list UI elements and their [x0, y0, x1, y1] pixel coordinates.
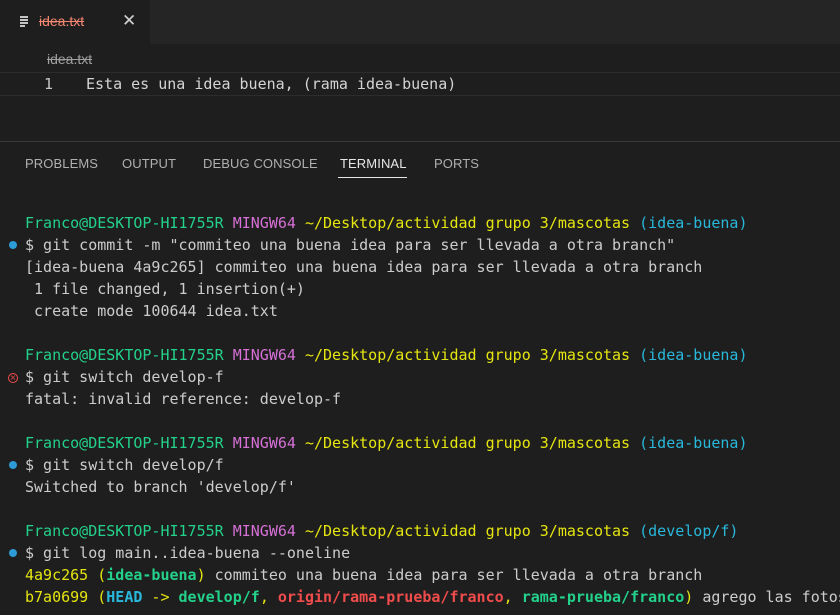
branch-ref: idea-buena: [106, 566, 197, 584]
command-line: $ git log main..idea-buena --oneline: [25, 544, 351, 562]
ref-separator: ,: [259, 588, 278, 606]
commit-message: commiteo una buena idea para ser llevada…: [205, 566, 703, 584]
prompt-user: Franco@DESKTOP-HI1755R: [25, 214, 224, 232]
prompt-env: MINGW64: [232, 522, 296, 540]
prompt-branch: (idea-buena): [639, 434, 748, 452]
commit-hash: 4a9c265: [25, 566, 89, 584]
line-text[interactable]: Esta es una idea buena, (rama idea-buena…: [86, 73, 456, 95]
prompt-line: Franco@DESKTOP-HI1755R MINGW64 ~/Desktop…: [25, 212, 747, 234]
log-entry: 4a9c265 (idea-buena) commiteo una buena …: [25, 564, 702, 586]
ref-paren: (: [88, 588, 107, 606]
prompt-line: Franco@DESKTOP-HI1755R MINGW64 ~/Desktop…: [25, 520, 738, 542]
tab-ports[interactable]: PORTS: [434, 156, 479, 171]
tab-terminal[interactable]: TERMINAL: [340, 156, 407, 171]
breadcrumb[interactable]: idea.txt: [47, 51, 92, 67]
prompt-branch: (idea-buena): [639, 346, 748, 364]
command-success-icon[interactable]: [9, 461, 17, 469]
prompt-user: Franco@DESKTOP-HI1755R: [25, 522, 224, 540]
editor-tab-bar: idea.txt ✕: [0, 0, 840, 44]
prompt-path: ~/Desktop/actividad grupo 3/mascotas: [304, 522, 631, 540]
output-line: fatal: invalid reference: develop-f: [25, 390, 342, 408]
prompt-user: Franco@DESKTOP-HI1755R: [25, 434, 224, 452]
line-number: 1: [44, 75, 54, 93]
head-arrow: ->: [142, 588, 179, 606]
prompt-path: ~/Desktop/actividad grupo 3/mascotas: [304, 434, 631, 452]
prompt-user: Franco@DESKTOP-HI1755R: [25, 346, 224, 364]
active-tab-indicator: [338, 177, 407, 178]
log-entry: b7a0699 (HEAD -> develop/f, origin/rama-…: [25, 586, 840, 608]
prompt-branch: (idea-buena): [639, 214, 748, 232]
tab-debug-console[interactable]: DEBUG CONSOLE: [203, 156, 318, 171]
panel-tab-bar: PROBLEMS OUTPUT DEBUG CONSOLE TERMINAL P…: [0, 142, 840, 182]
output-line: Switched to branch 'develop/f': [25, 478, 296, 496]
head-ref: HEAD: [106, 588, 143, 606]
prompt-env: MINGW64: [232, 214, 296, 232]
prompt-path: ~/Desktop/actividad grupo 3/mascotas: [304, 346, 631, 364]
output-line: create mode 100644 idea.txt: [25, 302, 278, 320]
tab-output[interactable]: OUTPUT: [122, 156, 176, 171]
editor-line[interactable]: 1 Esta es una idea buena, (rama idea-bue…: [0, 72, 840, 96]
tab-problems[interactable]: PROBLEMS: [25, 156, 98, 171]
branch-ref: develop/f: [178, 588, 260, 606]
command-success-icon[interactable]: [9, 549, 17, 557]
commit-hash: b7a0699: [25, 588, 89, 606]
command-error-icon[interactable]: ×: [8, 373, 18, 383]
command-line: $ git switch develop/f: [25, 456, 224, 474]
prompt-branch: (develop/f): [639, 522, 739, 540]
command-line: $ git commit -m "commiteo una buena idea…: [25, 236, 676, 254]
commit-message: agrego las fotos: [693, 588, 840, 606]
ref-paren: ): [196, 566, 206, 584]
file-lines-icon: [18, 14, 32, 28]
close-icon[interactable]: ✕: [122, 11, 136, 31]
output-line: [idea-buena 4a9c265] commiteo una buena …: [25, 258, 703, 276]
ref-separator: ,: [503, 588, 522, 606]
prompt-path: ~/Desktop/actividad grupo 3/mascotas: [304, 214, 631, 232]
command-success-icon[interactable]: [9, 241, 17, 249]
prompt-line: Franco@DESKTOP-HI1755R MINGW64 ~/Desktop…: [25, 344, 747, 366]
terminal-output[interactable]: Franco@DESKTOP-HI1755R MINGW64 ~/Desktop…: [0, 212, 840, 615]
prompt-env: MINGW64: [232, 434, 296, 452]
output-line: 1 file changed, 1 insertion(+): [25, 280, 305, 298]
tab-label: idea.txt: [39, 13, 85, 29]
remote-ref: origin/rama-prueba/franco: [277, 588, 504, 606]
command-line: $ git switch develop-f: [25, 368, 224, 386]
prompt-line: Franco@DESKTOP-HI1755R MINGW64 ~/Desktop…: [25, 432, 747, 454]
ref-paren: ): [684, 588, 694, 606]
ref-paren: (: [88, 566, 107, 584]
prompt-env: MINGW64: [232, 346, 296, 364]
branch-ref: rama-prueba/franco: [521, 588, 685, 606]
editor-tab-idea-txt[interactable]: idea.txt ✕: [0, 0, 150, 44]
